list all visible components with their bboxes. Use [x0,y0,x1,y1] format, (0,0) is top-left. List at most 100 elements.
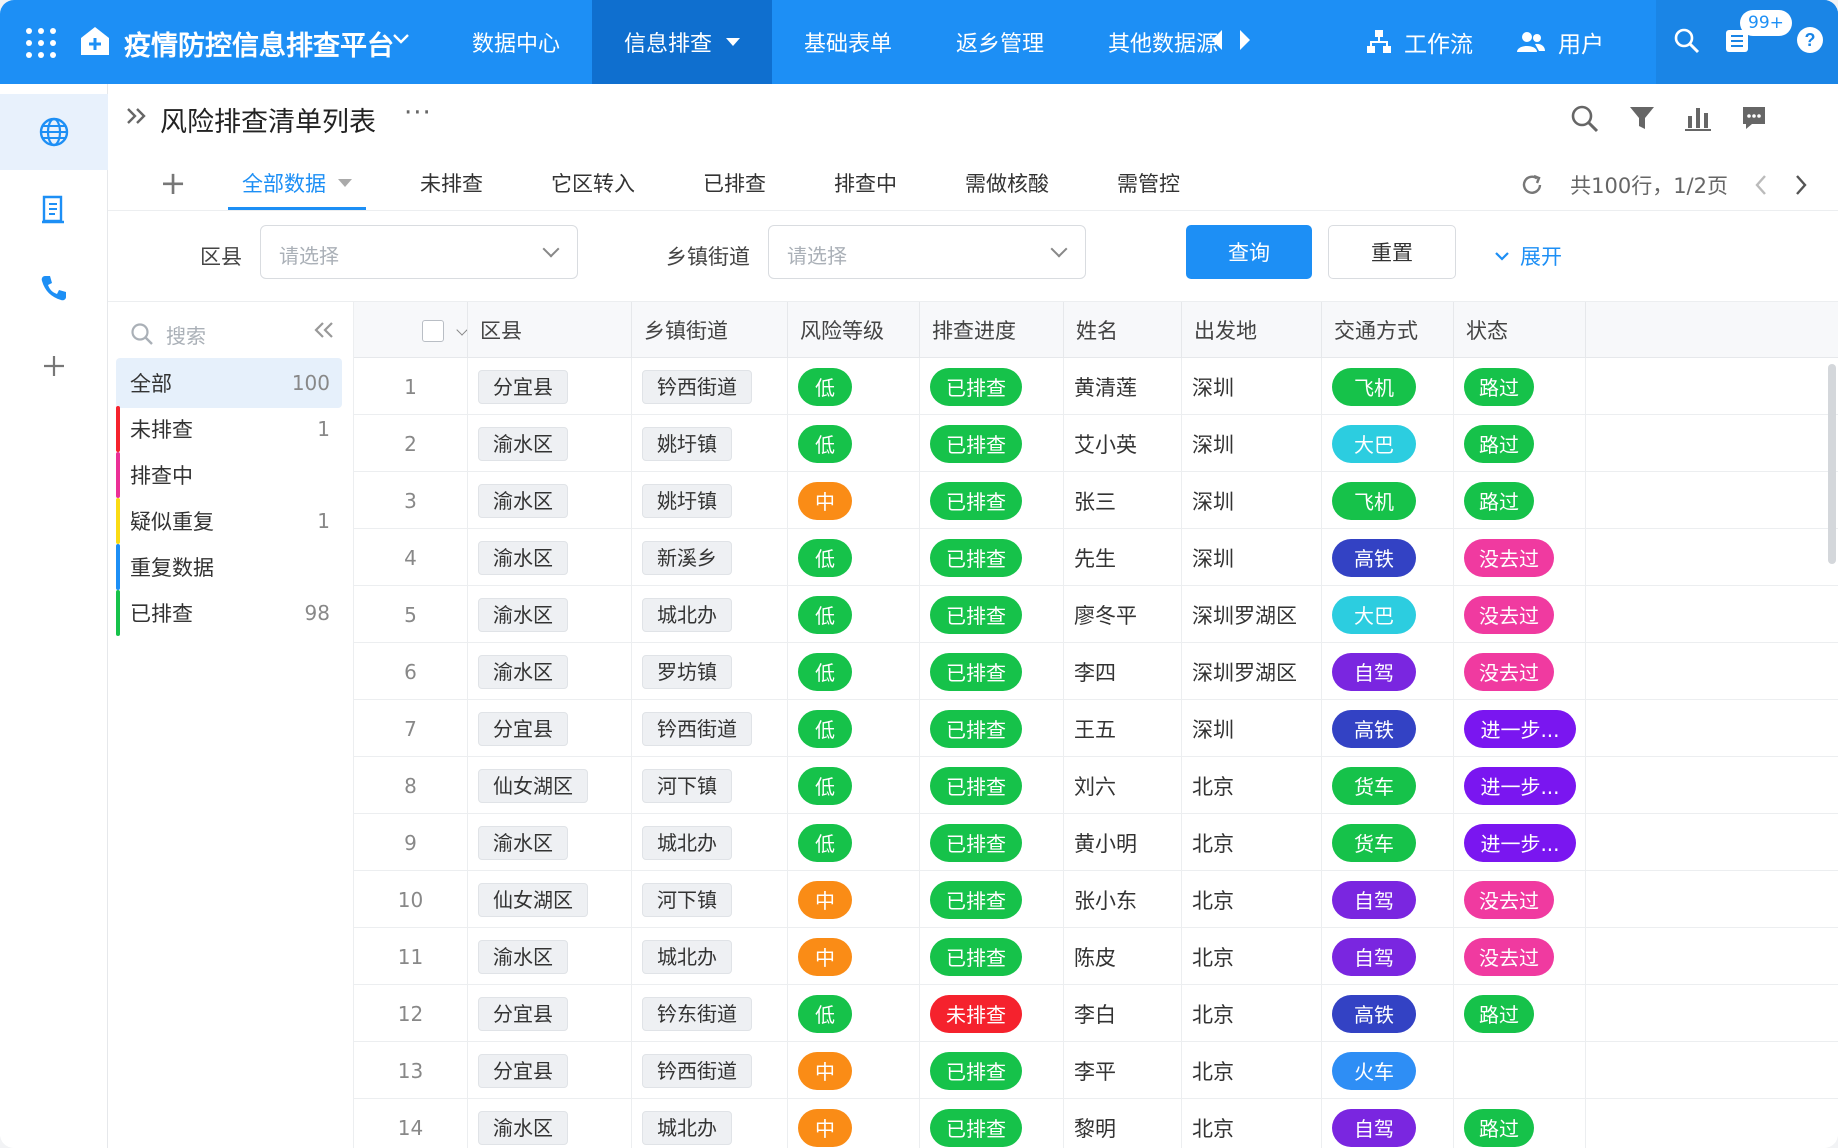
street-tag: 姚圩镇 [642,426,732,461]
column-header[interactable]: 排查进度 [920,302,1064,358]
chevron-down-icon [542,240,560,258]
status-badge: 没去过 [1464,880,1554,919]
bar-chart-icon[interactable] [1684,104,1712,132]
column-header[interactable]: 姓名 [1064,302,1182,358]
reset-button[interactable]: 重置 [1328,225,1456,279]
table-cell-n: 3 [354,472,468,529]
nav-item-data-center[interactable]: 数据中心 [440,0,592,84]
collapse-sidebar-icon[interactable] [313,320,335,340]
column-header[interactable]: 状态 [1454,302,1586,358]
status-badge: 没去过 [1464,652,1554,691]
column-header[interactable]: 乡镇街道 [632,302,788,358]
group-label: 已排查 [130,602,193,626]
group-search-input[interactable]: 搜索 [130,314,206,354]
workflow-button[interactable]: 工作流 [1366,0,1473,84]
tab-checked[interactable]: 已排查 [669,156,800,210]
expand-sidebar-icon[interactable] [126,106,148,126]
table-row[interactable]: 10 仙女湖区 河下镇 中 已排查 张小东 北京 自驾 没去过 [354,871,1838,928]
nav-prev-icon[interactable] [1212,30,1222,50]
tab-all-data[interactable]: 全部数据 [208,156,386,210]
table-row[interactable]: 3 渝水区 姚圩镇 中 已排查 张三 深圳 飞机 路过 [354,472,1838,529]
table-row[interactable]: 6 渝水区 罗坊镇 低 已排查 李四 深圳罗湖区 自驾 没去过 [354,643,1838,700]
table-row[interactable]: 1 分宜县 钤西街道 低 已排查 黄清莲 深圳 飞机 路过 [354,358,1838,415]
prev-page-icon[interactable] [1754,174,1768,196]
table-cell-risk: 低 [788,814,920,871]
table-cell-overflow [1586,871,1838,928]
district-tag: 仙女湖区 [478,768,588,803]
street-tag: 钤西街道 [642,369,752,404]
table-cell-overflow [1586,472,1838,529]
nav-item-basic-forms[interactable]: 基础表单 [772,0,924,84]
table-row[interactable]: 8 仙女湖区 河下镇 低 已排查 刘六 北京 货车 进一步... [354,757,1838,814]
group-item[interactable]: 全部 100 [116,358,342,408]
svg-text:?: ? [1805,30,1816,50]
group-color-bar [116,406,120,452]
table-cell-status: 进一步... [1454,700,1586,757]
table-cell-district: 渝水区 [468,472,632,529]
tab-not-checked[interactable]: 未排查 [386,156,517,210]
users-button[interactable]: 用户 [1516,0,1604,84]
nav-item-return-management[interactable]: 返乡管理 [924,0,1076,84]
tab-checking[interactable]: 排查中 [800,156,931,210]
rail-add-button[interactable] [0,328,108,404]
vertical-scrollbar[interactable] [1828,364,1836,564]
group-color-bar [116,544,120,590]
app-grid-icon[interactable] [26,28,56,58]
table-row[interactable]: 12 分宜县 钤东街道 低 未排查 李白 北京 高铁 路过 [354,985,1838,1042]
rail-item-globe[interactable] [0,94,108,170]
table-row[interactable]: 9 渝水区 城北办 低 已排查 黄小明 北京 货车 进一步... [354,814,1838,871]
refresh-icon[interactable] [1520,173,1544,197]
table-row[interactable]: 4 渝水区 新溪乡 低 已排查 先生 深圳 高铁 没去过 [354,529,1838,586]
district-select[interactable]: 请选择 [260,225,578,279]
app-title[interactable]: 疫情防控信息排查平台 [124,24,394,63]
group-item[interactable]: 已排查 98 [116,588,342,638]
table-cell-name: 王五 [1064,700,1182,757]
street-tag: 钤西街道 [642,711,752,746]
nav-next-icon[interactable] [1240,30,1250,50]
group-item[interactable]: 重复数据 [116,542,342,592]
column-header[interactable]: 交通方式 [1322,302,1454,358]
search-icon[interactable] [1570,104,1600,134]
column-header[interactable]: 风险等级 [788,302,920,358]
table-cell-status: 路过 [1454,1099,1586,1148]
chevron-down-icon[interactable] [392,32,410,46]
query-button[interactable]: 查询 [1186,225,1312,279]
table-row[interactable]: 11 渝水区 城北办 中 已排查 陈皮 北京 自驾 没去过 [354,928,1838,985]
more-options-icon[interactable]: ··· [404,98,432,128]
group-item[interactable]: 疑似重复 1 [116,496,342,546]
rail-item-document[interactable] [0,172,108,248]
next-page-icon[interactable] [1794,174,1808,196]
search-icon[interactable] [1674,28,1700,54]
table-cell-n: 2 [354,415,468,472]
table-cell-risk: 中 [788,928,920,985]
rail-item-phone[interactable] [0,250,108,326]
group-item[interactable]: 排查中 [116,450,342,500]
table-cell-district: 渝水区 [468,415,632,472]
tab-needs-control[interactable]: 需管控 [1083,156,1214,210]
street-select[interactable]: 请选择 [768,225,1086,279]
group-item[interactable]: 未排查 1 [116,404,342,454]
column-header[interactable]: 区县 [468,302,632,358]
table-cell-district: 渝水区 [468,529,632,586]
help-icon[interactable]: ? [1796,26,1824,54]
table-row[interactable]: 14 渝水区 城北办 中 已排查 黎明 北京 自驾 路过 [354,1099,1838,1148]
select-all-checkbox[interactable] [422,320,444,342]
header-tools [1570,104,1768,134]
caret-down-icon[interactable] [338,179,352,187]
nav-item-info-check[interactable]: 信息排查 [592,0,773,84]
table-cell-transport: 飞机 [1322,472,1454,529]
table-row[interactable]: 5 渝水区 城北办 低 已排查 廖冬平 深圳罗湖区 大巴 没去过 [354,586,1838,643]
select-menu-icon[interactable] [456,324,467,336]
table-cell-transport: 自驾 [1322,1099,1454,1148]
table-row[interactable]: 2 渝水区 姚圩镇 低 已排查 艾小英 深圳 大巴 路过 [354,415,1838,472]
table-row[interactable]: 13 分宜县 钤西街道 中 已排查 李平 北京 火车 [354,1042,1838,1099]
district-tag: 分宜县 [478,711,568,746]
comment-icon[interactable] [1740,104,1768,132]
add-view-button[interactable]: + [138,164,208,202]
tab-needs-nucleic-test[interactable]: 需做核酸 [931,156,1083,210]
column-header[interactable]: 出发地 [1182,302,1322,358]
table-row[interactable]: 7 分宜县 钤西街道 低 已排查 王五 深圳 高铁 进一步... [354,700,1838,757]
filter-icon[interactable] [1628,104,1656,132]
tab-transferred-in[interactable]: 它区转入 [517,156,669,210]
expand-filters-button[interactable]: 展开 [1494,241,1562,271]
